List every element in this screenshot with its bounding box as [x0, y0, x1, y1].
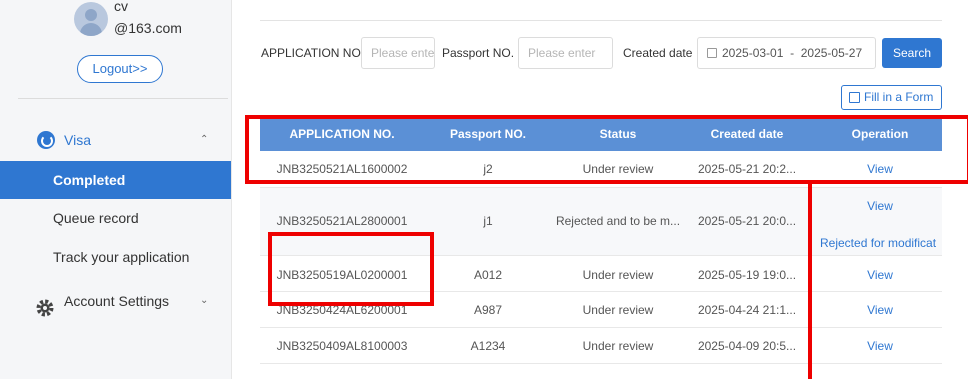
sidebar-item-track-application[interactable]: Track your application — [0, 238, 231, 276]
cell-application-no: JNB3250409AL8100003 — [276, 339, 408, 353]
edit-icon — [849, 92, 860, 103]
cell-passport-no: j1 — [483, 214, 493, 228]
cell-created-date: 2025-04-09 20:5... — [697, 339, 797, 353]
sidebar-item-visa[interactable]: Visa ⌃ — [0, 120, 231, 160]
cell-created-date: 2025-05-21 20:0... — [697, 214, 797, 228]
date-range-picker[interactable]: 2025-03-01 - 2025-05-27 — [697, 37, 876, 69]
sidebar-item-visa-label: Visa — [64, 132, 91, 148]
logout-button[interactable]: Logout>> — [77, 55, 163, 83]
cell-application-no: JNB3250521AL2800001 — [276, 214, 408, 228]
sidebar-item-account-settings[interactable]: Account Settings ⌄ — [0, 281, 231, 321]
fill-in-form-label: Fill in a Form — [864, 90, 934, 104]
cell-status: Under review — [582, 303, 654, 317]
highlight-box-application-no — [268, 232, 434, 306]
sidebar-item-queue-record[interactable]: Queue record — [0, 199, 231, 237]
user-email: @163.com — [114, 20, 182, 36]
search-button[interactable]: Search — [882, 38, 942, 68]
application-no-label: APPLICATION NO. — [261, 46, 365, 60]
created-date-label: Created date — [623, 46, 693, 60]
date-start: 2025-03-01 — [722, 46, 784, 60]
application-no-input[interactable]: Please ente — [361, 37, 435, 69]
sidebar-item-label: Completed — [53, 172, 126, 188]
cell-created-date: 2025-04-24 21:1... — [697, 303, 797, 317]
top-divider — [260, 20, 942, 21]
cell-status: Rejected and to be m... — [555, 214, 681, 228]
sidebar: cv @163.com Logout>> Visa ⌃ Completed Qu… — [0, 0, 232, 379]
sidebar-item-account-label: Account Settings — [64, 293, 170, 309]
chevron-down-icon: ⌄ — [200, 295, 209, 306]
passport-no-label: Passport NO. — [442, 46, 515, 60]
highlight-box-operations — [808, 180, 968, 379]
date-end: 2025-05-27 — [800, 46, 863, 60]
chevron-up-icon: ⌃ — [200, 134, 209, 145]
sidebar-item-label: Track your application — [53, 249, 190, 265]
calendar-icon — [707, 48, 717, 58]
avatar — [74, 2, 108, 36]
cell-passport-no: A012 — [473, 268, 503, 282]
gear-icon — [36, 292, 54, 317]
cell-passport-no: A987 — [473, 303, 503, 317]
sidebar-divider — [18, 98, 228, 99]
sidebar-item-label: Queue record — [53, 210, 139, 226]
sidebar-item-completed[interactable]: Completed — [0, 161, 231, 199]
cell-created-date: 2025-05-19 19:0... — [697, 268, 797, 282]
cell-passport-no: A1234 — [470, 339, 506, 353]
date-separator: - — [790, 46, 795, 60]
cell-status: Under review — [582, 268, 654, 282]
cell-status: Under review — [582, 339, 654, 353]
fill-in-form-button[interactable]: Fill in a Form — [841, 85, 942, 110]
highlight-box-header — [245, 115, 968, 184]
user-name: cv — [114, 0, 128, 14]
passport-no-input[interactable]: Please enter — [518, 37, 613, 69]
visa-globe-icon — [37, 131, 55, 149]
